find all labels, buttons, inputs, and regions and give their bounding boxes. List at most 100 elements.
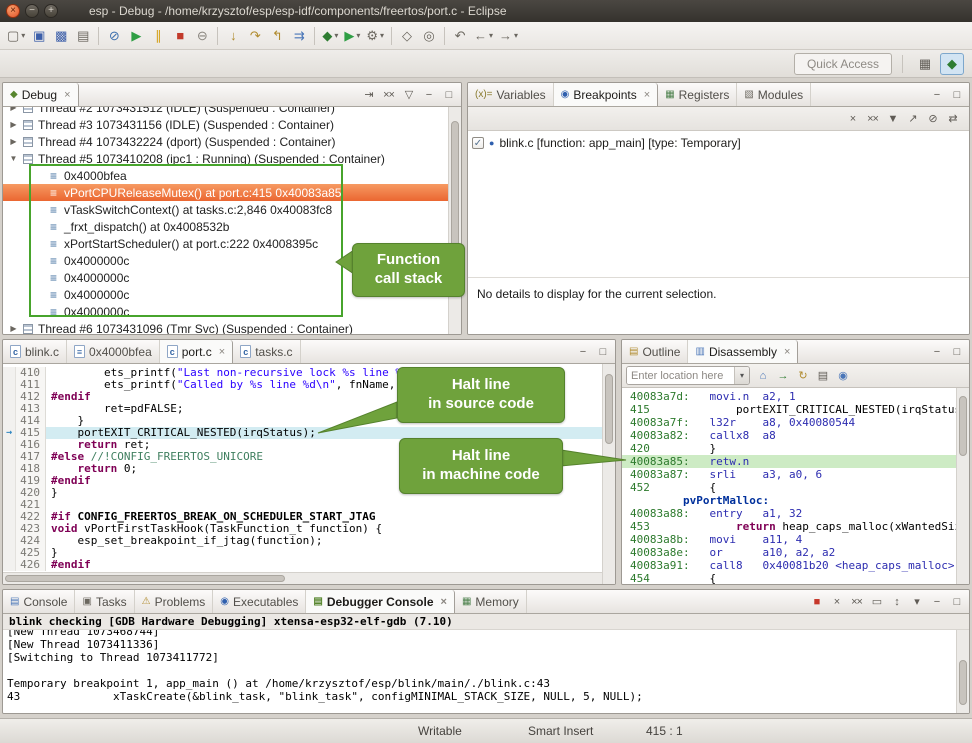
- thread-row[interactable]: ▶Thread #4 1073432224 (dport) (Suspended…: [3, 133, 448, 150]
- remove-breakpoint-icon[interactable]: ×: [844, 110, 861, 128]
- breakpoint-checkbox[interactable]: ✓: [472, 137, 484, 149]
- breakpoint-item[interactable]: ✓●blink.c [function: app_main] [type: Te…: [468, 134, 969, 152]
- thread-row[interactable]: ▼Thread #5 1073410208 (ipc1 : Running) (…: [3, 150, 448, 167]
- thread-row[interactable]: ▶Thread #6 1073431096 (Tmr Svc) (Suspend…: [3, 320, 448, 334]
- step-into-button[interactable]: ↓: [222, 25, 244, 47]
- search-button[interactable]: ◎: [418, 25, 440, 47]
- stack-frame-row[interactable]: ≡0x4000000c: [3, 303, 448, 320]
- debug-scrollbar[interactable]: [448, 107, 461, 334]
- terminate-icon[interactable]: ■: [808, 593, 825, 611]
- terminate-button[interactable]: ■: [169, 25, 191, 47]
- view-menu-icon[interactable]: ▽: [400, 86, 417, 104]
- step-return-button[interactable]: ↰: [266, 25, 288, 47]
- minimize-view-icon[interactable]: −: [928, 593, 945, 611]
- stack-frame-row-selected[interactable]: ≡vPortCPUReleaseMutex() at port.c:415 0x…: [3, 184, 448, 201]
- new-project-button[interactable]: ◇: [396, 25, 418, 47]
- show-opcodes-icon[interactable]: ▤: [814, 367, 831, 385]
- editor-tab-tasks-c[interactable]: ctasks.c: [233, 340, 300, 363]
- step-over-button[interactable]: ↷: [244, 25, 266, 47]
- console-tab-memory[interactable]: ▦Memory: [455, 590, 527, 613]
- close-tab-icon[interactable]: ×: [784, 346, 790, 358]
- bp-tab-breakpoints[interactable]: ◉Breakpoints×: [554, 83, 659, 106]
- new-wizard-button[interactable]: ▢▾: [4, 25, 28, 47]
- back-button[interactable]: ←▾: [471, 25, 496, 47]
- scrollbar-thumb[interactable]: [5, 575, 285, 582]
- remove-all-breakpoints-icon[interactable]: ××: [864, 110, 881, 128]
- clear-console-icon[interactable]: ▭: [868, 593, 885, 611]
- disassembly-line[interactable]: 40083a82: callx8 a8: [622, 429, 956, 442]
- disassembly-line[interactable]: pvPortMalloc:: [622, 494, 956, 507]
- maximize-view-icon[interactable]: □: [594, 343, 611, 361]
- console-tab-tasks[interactable]: ▣Tasks: [75, 590, 134, 613]
- open-perspective-button[interactable]: ▦: [913, 53, 937, 75]
- minimize-view-icon[interactable]: −: [928, 343, 945, 361]
- scroll-lock-icon[interactable]: ↕: [888, 593, 905, 611]
- disasm-tab-disassembly[interactable]: ▥Disassembly×: [688, 340, 798, 363]
- window-maximize-button[interactable]: +: [44, 4, 58, 18]
- minimize-view-icon[interactable]: −: [928, 86, 945, 104]
- last-edit-location-button[interactable]: ↶: [449, 25, 471, 47]
- code-line-425[interactable]: 425}: [3, 547, 602, 559]
- twisty-collapsed-icon[interactable]: ▶: [7, 137, 20, 146]
- minimize-view-icon[interactable]: −: [420, 86, 437, 104]
- disassembly-content[interactable]: 40083a7d: movi.n a2, 1415 portEXIT_CRITI…: [622, 388, 969, 584]
- window-minimize-button[interactable]: −: [25, 4, 39, 18]
- console-output[interactable]: [New Thread 1073468744][New Thread 10734…: [3, 630, 969, 713]
- editor-tab-blink-c[interactable]: cblink.c: [3, 340, 67, 363]
- debug-button[interactable]: ◆▾: [319, 25, 341, 47]
- close-tab-icon[interactable]: ×: [644, 89, 650, 101]
- stack-frame-row[interactable]: ≡_frxt_dispatch() at 0x4008532b: [3, 218, 448, 235]
- refresh-view-icon[interactable]: ↻: [794, 367, 811, 385]
- scrollbar-thumb[interactable]: [959, 396, 967, 456]
- disassembly-scrollbar[interactable]: [956, 388, 969, 584]
- remove-all-terminated-icon[interactable]: ××: [380, 86, 397, 104]
- twisty-collapsed-icon[interactable]: ▶: [7, 324, 20, 333]
- editor-tab-0x4000bfea[interactable]: ≡0x4000bfea: [67, 340, 160, 363]
- code-line-426[interactable]: 426#endif: [3, 559, 602, 571]
- debug-tab-debug[interactable]: ◆Debug×: [3, 83, 79, 106]
- twisty-collapsed-icon[interactable]: ▶: [7, 107, 20, 112]
- debug-perspective-button[interactable]: ◆: [940, 53, 964, 75]
- editor-horizontal-scrollbar[interactable]: [3, 572, 602, 584]
- save-button[interactable]: ▣: [28, 25, 50, 47]
- stack-frame-row[interactable]: ≡0x4000bfea: [3, 167, 448, 184]
- disassembly-line[interactable]: 40083a88: entry a1, 32: [622, 507, 956, 520]
- disassembly-line[interactable]: 420 }: [622, 442, 956, 455]
- save-all-button[interactable]: ▩: [50, 25, 72, 47]
- use-step-filters-icon[interactable]: ⇥: [360, 86, 377, 104]
- close-tab-icon[interactable]: ×: [219, 346, 225, 358]
- suspend-button[interactable]: ∥: [147, 25, 169, 47]
- show-breakpoints-for-selection-icon[interactable]: ▼: [884, 110, 901, 128]
- disassembly-halt-line[interactable]: 40083a85: retw.n: [622, 455, 956, 468]
- forward-button[interactable]: →▾: [496, 25, 521, 47]
- disassembly-line[interactable]: 40083a91: call8 0x40081b20 <heap_caps_ma…: [622, 559, 956, 572]
- disasm-tab-outline[interactable]: ▤Outline: [622, 340, 688, 363]
- scrollbar-thumb[interactable]: [959, 660, 967, 705]
- disassembly-line[interactable]: 452 {: [622, 481, 956, 494]
- quick-access-button[interactable]: Quick Access: [794, 53, 892, 75]
- combo-dropdown-icon[interactable]: ▾: [734, 367, 749, 384]
- jump-to-pc-icon[interactable]: →: [774, 367, 791, 385]
- print-button[interactable]: ▤: [72, 25, 94, 47]
- console-tab-executables[interactable]: ◉Executables: [213, 590, 306, 613]
- twisty-expanded-icon[interactable]: ▼: [7, 154, 20, 163]
- bp-tab-variables[interactable]: (x)=Variables: [468, 83, 554, 106]
- disassembly-line[interactable]: 40083a7f: l32r a8, 0x40080544: [622, 416, 956, 429]
- console-tab-console[interactable]: ▤Console: [3, 590, 75, 613]
- maximize-view-icon[interactable]: □: [948, 86, 965, 104]
- remove-launch-icon[interactable]: ×: [828, 593, 845, 611]
- console-menu-icon[interactable]: ▾: [908, 593, 925, 611]
- code-line-424[interactable]: 424 esp_set_breakpoint_if_jtag(function)…: [3, 535, 602, 547]
- resume-button[interactable]: ▶: [125, 25, 147, 47]
- disassembly-line[interactable]: 415 portEXIT_CRITICAL_NESTED(irqStatus): [622, 403, 956, 416]
- editor-vertical-scrollbar[interactable]: [602, 364, 615, 584]
- disassembly-line[interactable]: 40083a8b: movi a11, 4: [622, 533, 956, 546]
- disassembly-line[interactable]: 40083a7d: movi.n a2, 1: [622, 390, 956, 403]
- scrollbar-thumb[interactable]: [605, 374, 613, 444]
- console-scrollbar[interactable]: [956, 630, 969, 713]
- location-input[interactable]: [627, 367, 734, 384]
- console-tab-problems[interactable]: ⚠Problems: [135, 590, 214, 613]
- location-combo[interactable]: ▾: [626, 366, 750, 385]
- stack-frame-row[interactable]: ≡vTaskSwitchContext() at tasks.c:2,846 0…: [3, 201, 448, 218]
- bp-tab-modules[interactable]: ▧Modules: [737, 83, 811, 106]
